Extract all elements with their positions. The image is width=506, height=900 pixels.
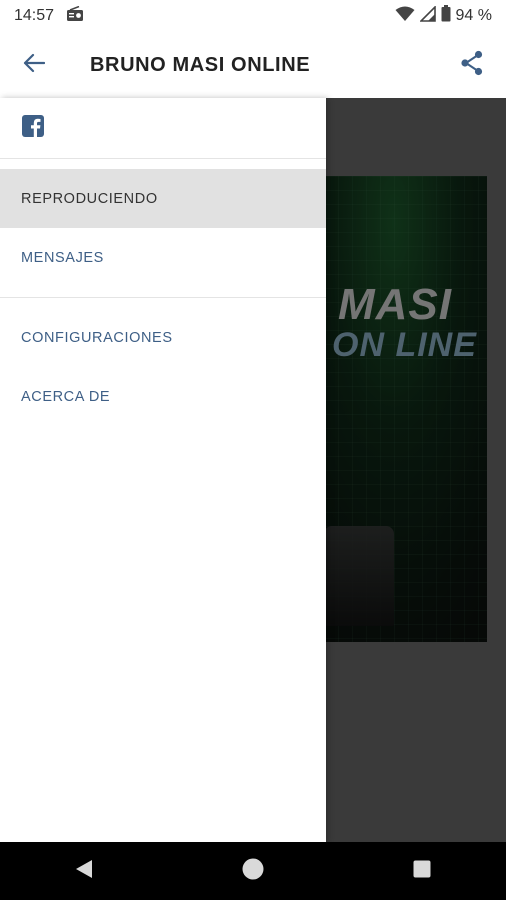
app-title: BRUNO MASI ONLINE [90, 53, 311, 76]
back-arrow-icon [23, 53, 46, 78]
status-time: 14:57 [14, 7, 55, 24]
status-right: 94 % [395, 4, 492, 27]
menu-item-reproduciendo[interactable]: REPRODUCIENDO [0, 169, 326, 228]
share-button[interactable] [450, 43, 494, 87]
status-left: 14:57 [14, 5, 84, 27]
battery-percent: 94 % [455, 7, 492, 24]
menu-divider [0, 297, 326, 298]
nav-home-icon [241, 857, 265, 886]
menu-item-label: CONFIGURACIONES [21, 329, 173, 346]
menu-item-configuraciones[interactable]: CONFIGURACIONES [0, 308, 326, 367]
nav-recents-icon [413, 860, 431, 883]
menu-item-mensajes[interactable]: MENSAJES [0, 228, 326, 287]
drawer-header [0, 98, 326, 159]
menu-item-label: ACERCA DE [21, 388, 111, 405]
facebook-icon[interactable] [22, 114, 44, 142]
menu-item-label: REPRODUCIENDO [21, 190, 158, 207]
menu-item-acerca-de[interactable]: ACERCA DE [0, 367, 326, 426]
navigation-drawer: REPRODUCIENDO MENSAJES CONFIGURACIONES A… [0, 98, 326, 842]
system-nav-bar [0, 842, 506, 900]
wifi-icon [395, 6, 415, 27]
back-button[interactable] [12, 43, 56, 87]
menu-item-label: MENSAJES [21, 249, 104, 266]
nav-back-button[interactable] [54, 842, 114, 900]
nav-back-icon [75, 859, 93, 884]
signal-icon [418, 4, 436, 27]
app-bar: BRUNO MASI ONLINE [0, 32, 506, 98]
status-bar: 14:57 94 % [0, 0, 506, 32]
share-icon [460, 50, 484, 81]
nav-home-button[interactable] [223, 842, 283, 900]
radio-icon [66, 5, 84, 27]
battery-icon [441, 5, 451, 27]
nav-recents-button[interactable] [392, 842, 452, 900]
